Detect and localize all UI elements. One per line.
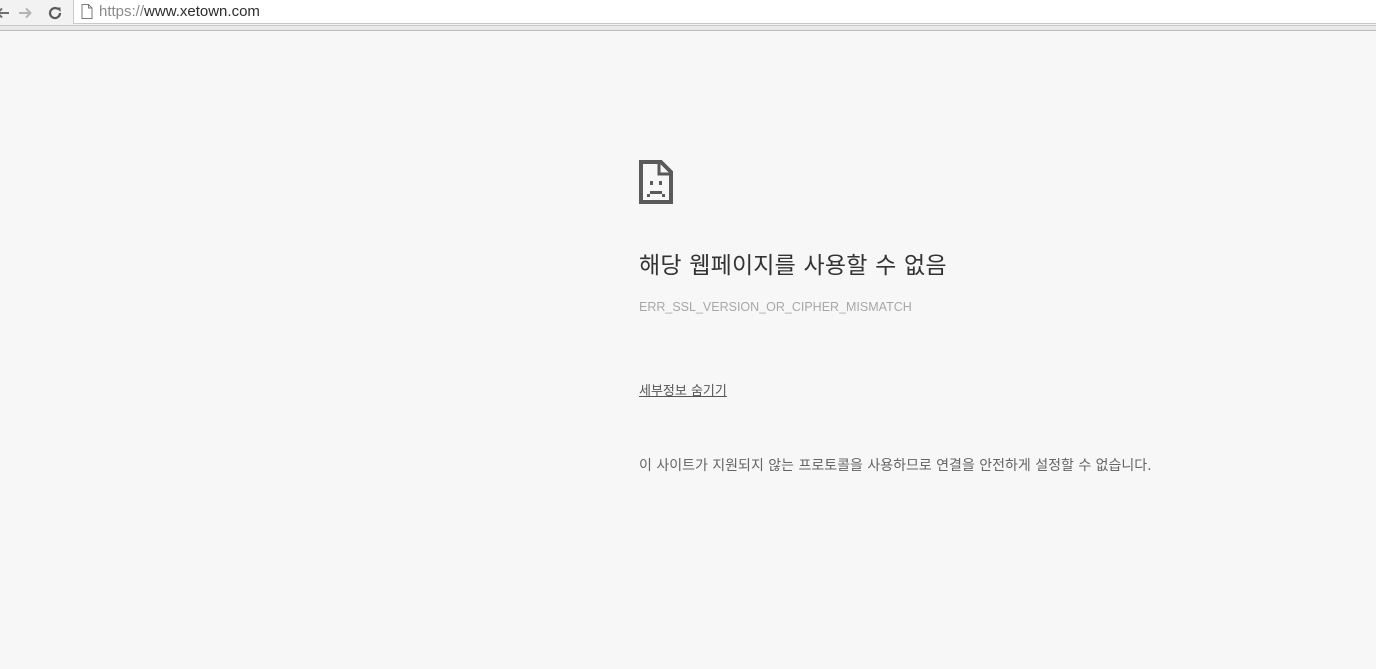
url-scheme: https:// xyxy=(99,3,145,20)
url-text[interactable]: https://www.xetown.com xyxy=(99,3,260,20)
page-icon xyxy=(81,4,93,19)
details-toggle-link[interactable]: 세부정보 숨기기 xyxy=(639,380,727,399)
toolbar-divider xyxy=(0,26,1376,31)
address-bar[interactable]: https://www.xetown.com xyxy=(73,0,1376,24)
reload-button[interactable] xyxy=(44,2,66,24)
error-heading: 해당 웹페이지를 사용할 수 없음 xyxy=(639,253,947,279)
error-explanation: 이 사이트가 지원되지 않는 프로토콜을 사용하므로 연결을 안전하게 설정할 … xyxy=(639,458,1152,474)
sad-page-icon xyxy=(639,160,673,204)
url-host: www.xetown.com xyxy=(144,3,260,20)
arrow-right-icon xyxy=(19,7,32,19)
error-code: ERR_SSL_VERSION_OR_CIPHER_MISMATCH xyxy=(639,300,912,314)
arrow-left-icon xyxy=(0,7,9,19)
browser-toolbar: https://www.xetown.com xyxy=(0,0,1376,26)
forward-button[interactable] xyxy=(14,2,36,24)
reload-icon xyxy=(48,6,62,20)
back-button[interactable] xyxy=(0,2,14,24)
